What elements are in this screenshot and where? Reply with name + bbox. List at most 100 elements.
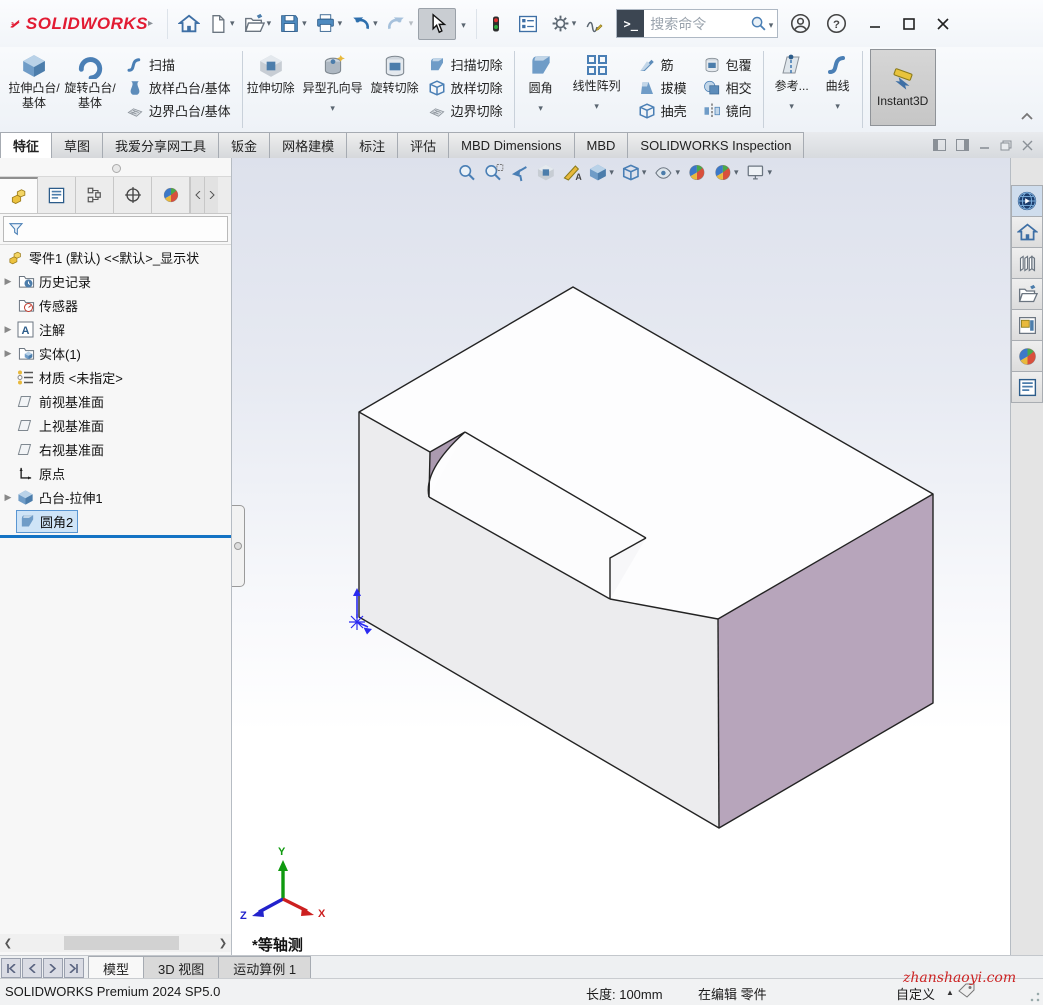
edit-appearance-icon[interactable]: [687, 163, 706, 182]
section-view-icon[interactable]: [536, 163, 555, 182]
shell-button[interactable]: 抽壳: [638, 101, 687, 120]
appearances-button[interactable]: [1011, 340, 1043, 372]
tree-item-front-plane[interactable]: 前视基准面: [0, 389, 231, 413]
previous-view-icon[interactable]: [510, 163, 529, 182]
fillet-dropdown[interactable]: [538, 100, 543, 116]
tab-scroll-prev-button[interactable]: [22, 958, 42, 978]
fillet-button[interactable]: 圆角: [518, 47, 564, 132]
expand-arrow-icon[interactable]: ▶: [0, 324, 16, 335]
save-button[interactable]: [276, 9, 310, 39]
expand-arrow-icon[interactable]: ▶: [0, 348, 16, 359]
home-button[interactable]: [175, 9, 203, 39]
reference-geometry-dropdown[interactable]: [789, 98, 794, 114]
tab-share-tools[interactable]: 我爱分享网工具: [102, 132, 219, 158]
tree-item-solid-bodies[interactable]: ▶ 实体(1): [0, 341, 231, 365]
design-library-button[interactable]: [1011, 247, 1043, 279]
tab-scroll-next-button[interactable]: [43, 958, 63, 978]
revolve-cut-button[interactable]: 旋转切除: [370, 47, 420, 132]
tab-scroll-last-button[interactable]: [64, 958, 84, 978]
panel-splitter-handle[interactable]: [232, 505, 245, 587]
window-minimize-button[interactable]: [858, 9, 892, 39]
menu-expand-arrow[interactable]: ▸: [148, 18, 153, 29]
doc-restore-icon[interactable]: [1000, 140, 1012, 151]
tree-filter-input[interactable]: [3, 216, 228, 242]
3d-views-tab[interactable]: 3D 视图: [143, 956, 219, 979]
account-button[interactable]: [787, 9, 814, 39]
redo-button[interactable]: [383, 9, 417, 39]
tab-evaluate[interactable]: 评估: [397, 132, 449, 158]
custom-properties-button[interactable]: [1011, 371, 1043, 403]
hide-show-items-icon[interactable]: [653, 164, 680, 182]
custom-units-selector[interactable]: 自定义: [896, 984, 935, 1003]
scroll-right-arrow[interactable]: ❯: [215, 938, 231, 949]
tab-scroll-first-button[interactable]: [1, 958, 21, 978]
view-palette-button[interactable]: [1011, 309, 1043, 341]
tab-inspection[interactable]: SOLIDWORKS Inspection: [627, 132, 804, 158]
tree-item-material[interactable]: 材质 <未指定>: [0, 365, 231, 389]
tab-sketch[interactable]: 草图: [51, 132, 103, 158]
file-explorer-button[interactable]: [1011, 278, 1043, 310]
annotation-views-icon[interactable]: A: [562, 163, 581, 182]
hole-wizard-button[interactable]: 异型孔向导: [296, 47, 370, 132]
3dexperience-button[interactable]: [1011, 185, 1043, 217]
doc-close-icon[interactable]: [1022, 140, 1033, 151]
tree-item-history[interactable]: ▶ 历史记录: [0, 269, 231, 293]
home-pane-button[interactable]: [1011, 216, 1043, 248]
tree-item-top-plane[interactable]: 上视基准面: [0, 413, 231, 437]
sweep-cut-button[interactable]: 扫描切除: [428, 55, 503, 74]
units-dropdown-arrow[interactable]: ▲: [946, 988, 954, 997]
select-tool-dropdown[interactable]: [461, 15, 466, 33]
display-manager-tab[interactable]: [152, 177, 190, 213]
performance-traffic-light-icon[interactable]: [484, 9, 508, 39]
window-maximize-button[interactable]: [892, 9, 926, 39]
command-search-box[interactable]: >_: [616, 9, 778, 38]
model-tab[interactable]: 模型: [88, 956, 144, 979]
resize-grip[interactable]: [1030, 992, 1040, 1002]
doc-minimize-icon[interactable]: [979, 140, 990, 150]
tree-item-origin[interactable]: 原点: [0, 461, 231, 485]
intersect-button[interactable]: 相交: [703, 78, 752, 97]
scrollbar-thumb[interactable]: [64, 936, 179, 950]
instant3d-button[interactable]: Instant3D: [870, 49, 936, 126]
undo-button[interactable]: [347, 9, 381, 39]
search-magnifier-icon[interactable]: [750, 15, 767, 32]
view-settings-icon[interactable]: [746, 163, 773, 182]
rib-button[interactable]: 筋: [638, 55, 687, 74]
options-gear-button[interactable]: [548, 9, 580, 39]
pane-left-icon[interactable]: [933, 139, 946, 151]
select-tool-button[interactable]: [418, 8, 456, 40]
tree-item-right-plane[interactable]: 右视基准面: [0, 437, 231, 461]
apply-scene-icon[interactable]: [713, 163, 739, 182]
sweep-button[interactable]: 扫描: [126, 55, 231, 74]
boundary-button[interactable]: 边界凸台/基体: [126, 101, 231, 120]
dimxpert-manager-tab[interactable]: [114, 177, 152, 213]
tree-item-boss-extrude1[interactable]: ▶ 凸台-拉伸1: [0, 485, 231, 509]
zoom-area-icon[interactable]: [483, 163, 503, 182]
new-document-button[interactable]: [205, 9, 238, 39]
pane-right-icon[interactable]: [956, 139, 969, 151]
configuration-manager-tab[interactable]: [76, 177, 114, 213]
tree-item-annotations[interactable]: ▶ A 注解: [0, 317, 231, 341]
loft-button[interactable]: 放样凸台/基体: [126, 78, 231, 97]
extrude-cut-button[interactable]: 拉伸切除: [246, 47, 296, 132]
reference-geometry-button[interactable]: 参考...: [767, 47, 817, 132]
panel-top-splitter[interactable]: [0, 158, 231, 177]
tab-mbd[interactable]: MBD: [574, 132, 629, 158]
mirror-button[interactable]: 镜向: [703, 101, 752, 120]
extrude-boss-button[interactable]: 拉伸凸台/基体: [6, 47, 62, 132]
help-button[interactable]: [823, 9, 850, 39]
tab-mbd-dimensions[interactable]: MBD Dimensions: [448, 132, 574, 158]
expand-arrow-icon[interactable]: ▶: [0, 276, 16, 287]
tab-markup[interactable]: 标注: [346, 132, 398, 158]
loft-cut-button[interactable]: 放样切除: [428, 78, 503, 97]
linear-pattern-button[interactable]: 线性阵列: [564, 47, 630, 132]
search-input[interactable]: [644, 16, 749, 32]
search-dropdown[interactable]: [769, 15, 774, 33]
property-manager-tab[interactable]: [38, 177, 76, 213]
revolve-boss-button[interactable]: 旋转凸台/基体: [62, 47, 118, 132]
expand-arrow-icon[interactable]: ▶: [0, 492, 16, 503]
panel-tabs-scroll-left[interactable]: [190, 177, 204, 213]
ribbon-collapse-chevron[interactable]: [1021, 112, 1033, 120]
open-button[interactable]: [240, 9, 275, 39]
markup-pen-icon[interactable]: [581, 9, 607, 39]
